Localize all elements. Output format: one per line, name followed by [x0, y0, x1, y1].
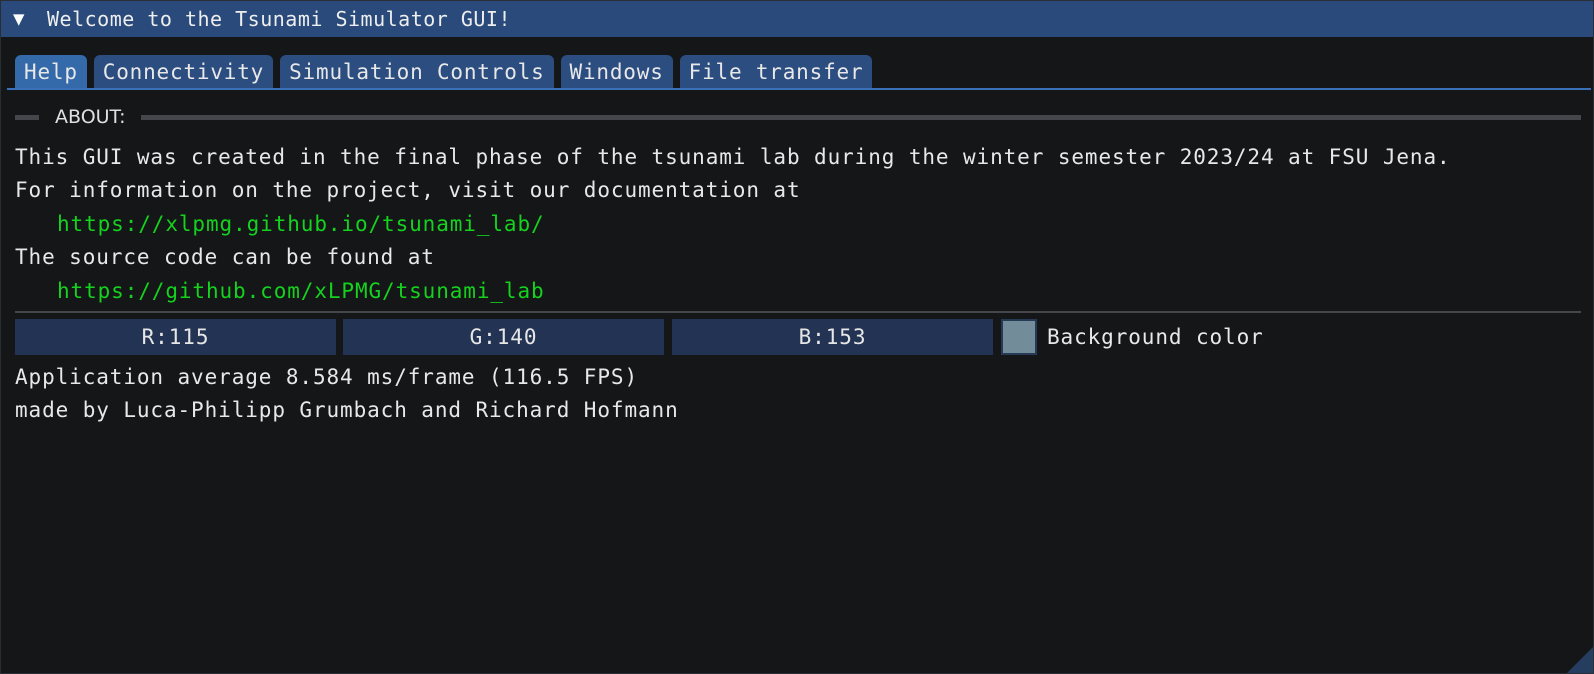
background-color-label: Background color: [1047, 325, 1264, 349]
resize-grip-icon[interactable]: [1567, 647, 1593, 673]
tab-connectivity[interactable]: Connectivity: [93, 55, 274, 88]
background-color-swatch[interactable]: [1001, 319, 1037, 355]
red-channel-input[interactable]: R:115: [15, 319, 336, 355]
source-intro-text: The source code can be found at: [15, 245, 435, 269]
docs-link[interactable]: https://xlpmg.github.io/tsunami_lab/: [57, 210, 545, 238]
about-description: This GUI was created in the final phase …: [15, 145, 1451, 169]
about-heading: ABOUT:: [55, 106, 126, 128]
separator-line: [141, 114, 1581, 120]
blue-channel-input[interactable]: B:153: [672, 319, 993, 355]
green-channel-input[interactable]: G:140: [343, 319, 664, 355]
tab-windows[interactable]: Windows: [560, 55, 673, 88]
window-titlebar[interactable]: ▼ Welcome to the Tsunami Simulator GUI!: [1, 1, 1593, 37]
tab-file-transfer[interactable]: File transfer: [679, 55, 873, 88]
performance-stats: Application average 8.584 ms/frame (116.…: [15, 365, 638, 389]
tab-help[interactable]: Help: [15, 55, 87, 88]
docs-intro-text: For information on the project, visit ou…: [15, 178, 801, 202]
source-link[interactable]: https://github.com/xLPMG/tsunami_lab: [57, 277, 545, 305]
collapse-arrow-icon[interactable]: ▼: [13, 8, 47, 30]
window-title: Welcome to the Tsunami Simulator GUI!: [47, 7, 512, 31]
tab-simulation-controls[interactable]: Simulation Controls: [280, 55, 554, 88]
tab-bar: Help Connectivity Simulation Controls Wi…: [15, 55, 873, 88]
divider: [15, 311, 1581, 313]
about-separator: ABOUT:: [15, 105, 1581, 129]
tab-bar-underline: [7, 88, 1591, 90]
tsunami-simulator-window: ▼ Welcome to the Tsunami Simulator GUI! …: [0, 0, 1594, 674]
separator-line: [15, 114, 39, 120]
credits-text: made by Luca-Philipp Grumbach and Richar…: [15, 398, 679, 422]
